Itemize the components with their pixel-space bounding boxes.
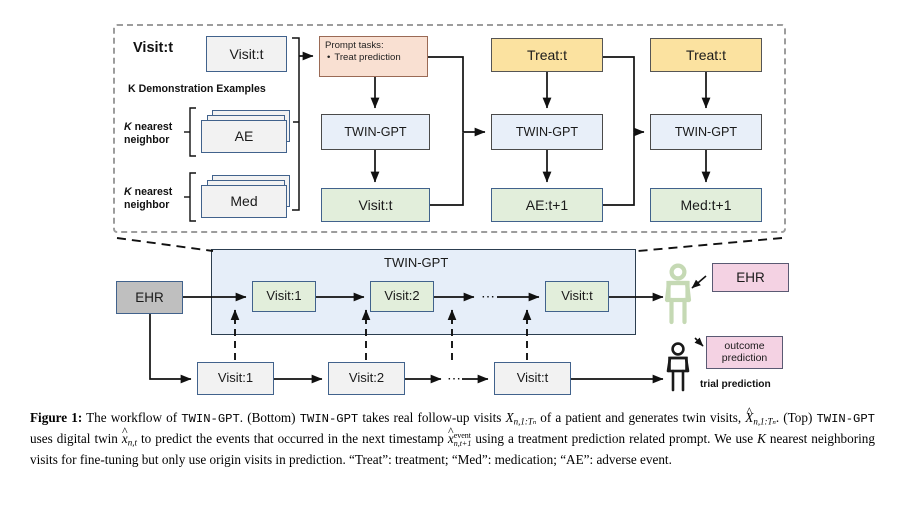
caption-math-4-sub: n,t+1 — [453, 438, 472, 448]
outcome-prediction-box[interactable]: outcome prediction — [706, 336, 783, 369]
trial-prediction-label: trial prediction — [700, 379, 771, 390]
caption-seg-6: uses digital twin — [30, 430, 122, 446]
knn-label-med-neighbor: neighbor — [124, 198, 170, 211]
prompt-tasks-box[interactable]: Prompt tasks: • Treat prediction — [319, 36, 428, 77]
caption-math-5: K — [757, 430, 766, 446]
ehr-source-box[interactable]: EHR — [116, 281, 183, 314]
bullet-icon: • — [327, 52, 331, 64]
real-visit-box-3[interactable]: Visit:t — [494, 362, 571, 395]
knn-label-ae-nearest: nearest — [131, 121, 173, 133]
outcome-prediction-line1: outcome — [724, 340, 765, 352]
twin-person-icon — [664, 263, 692, 325]
med-stack-card-front[interactable]: Med — [201, 185, 287, 218]
caption-seg-8: using a treatment prediction related pro… — [471, 430, 758, 446]
knn-label-ae-neighbor: neighbor — [124, 133, 170, 146]
ehr-result-box[interactable]: EHR — [712, 263, 789, 292]
top-output-ae-t1[interactable]: AE:t+1 — [491, 188, 603, 222]
caption-mono-2: TWIN-GPT — [299, 412, 359, 426]
prompt-tasks-bullet-text: Treat prediction — [334, 52, 401, 64]
demonstration-examples-label: K Demonstration Examples — [128, 83, 266, 95]
caption-math-3-sub: n,t — [127, 437, 137, 448]
top-twin-gpt-box-2[interactable]: TWIN-GPT — [491, 114, 603, 150]
knn-label-med-k: K — [124, 186, 132, 198]
treat-t-box-2[interactable]: Treat:t — [650, 38, 762, 72]
real-visit-ellipsis: ⋯ — [447, 370, 461, 386]
caption-seg-2: . (Bottom) — [239, 410, 300, 425]
figure-caption: Figure 1: The workflow of TWIN-GPT. (Bot… — [30, 404, 875, 469]
caption-seg-1: The workflow of — [82, 410, 182, 425]
ae-stack-card-front[interactable]: AE — [201, 120, 287, 153]
top-panel-title: Visit:t — [133, 40, 174, 56]
caption-hat-1: ^ — [746, 403, 753, 418]
caption-math-1-sub: n,1:T — [513, 416, 533, 427]
prompt-tasks-title: Prompt tasks: — [325, 40, 384, 51]
visit-t-input-card[interactable]: Visit:t — [206, 36, 287, 72]
twin-visit-box-3[interactable]: Visit:t — [545, 281, 609, 312]
top-output-med-t1[interactable]: Med:t+1 — [650, 188, 762, 222]
twin-visit-box-2[interactable]: Visit:2 — [370, 281, 434, 312]
figure-diagram: Visit:t K Demonstration Examples K neare… — [0, 0, 901, 400]
top-twin-gpt-box-1[interactable]: TWIN-GPT — [321, 114, 430, 150]
caption-hat-3: ^ — [447, 424, 454, 439]
twin-gpt-panel-title: TWIN-GPT — [384, 255, 449, 270]
caption-math-1: X — [505, 410, 514, 425]
caption-seg-5: . (Top) — [775, 410, 817, 425]
knn-label-med: K nearest neighbor — [124, 186, 172, 212]
caption-mono-3: TWIN-GPT — [816, 412, 875, 426]
caption-mono-1: TWIN-GPT — [181, 412, 240, 426]
top-twin-gpt-box-3[interactable]: TWIN-GPT — [650, 114, 762, 150]
knn-label-med-nearest: nearest — [131, 186, 173, 198]
knn-label-ae-k: K — [124, 121, 132, 133]
caption-seg-3: takes real follow-up visits — [358, 410, 506, 425]
twin-visit-ellipsis: ⋯ — [481, 288, 495, 304]
caption-seg-7: to predict the events that occurred in t… — [137, 430, 448, 446]
caption-figure-number: Figure 1: — [30, 410, 83, 425]
caption-seg-4: of a patient and generates twin visits, — [536, 410, 746, 425]
top-output-visit-t[interactable]: Visit:t — [321, 188, 430, 222]
knn-label-ae: K nearest neighbor — [124, 121, 172, 147]
treat-t-box-1[interactable]: Treat:t — [491, 38, 603, 72]
outcome-prediction-line2: prediction — [721, 352, 768, 365]
twin-visit-box-1[interactable]: Visit:1 — [252, 281, 316, 312]
real-person-icon — [666, 342, 690, 392]
real-visit-box-1[interactable]: Visit:1 — [197, 362, 274, 395]
real-visit-box-2[interactable]: Visit:2 — [328, 362, 405, 395]
caption-math-2-sub: n,1:T — [753, 416, 773, 427]
caption-hat-2: ^ — [122, 424, 128, 439]
